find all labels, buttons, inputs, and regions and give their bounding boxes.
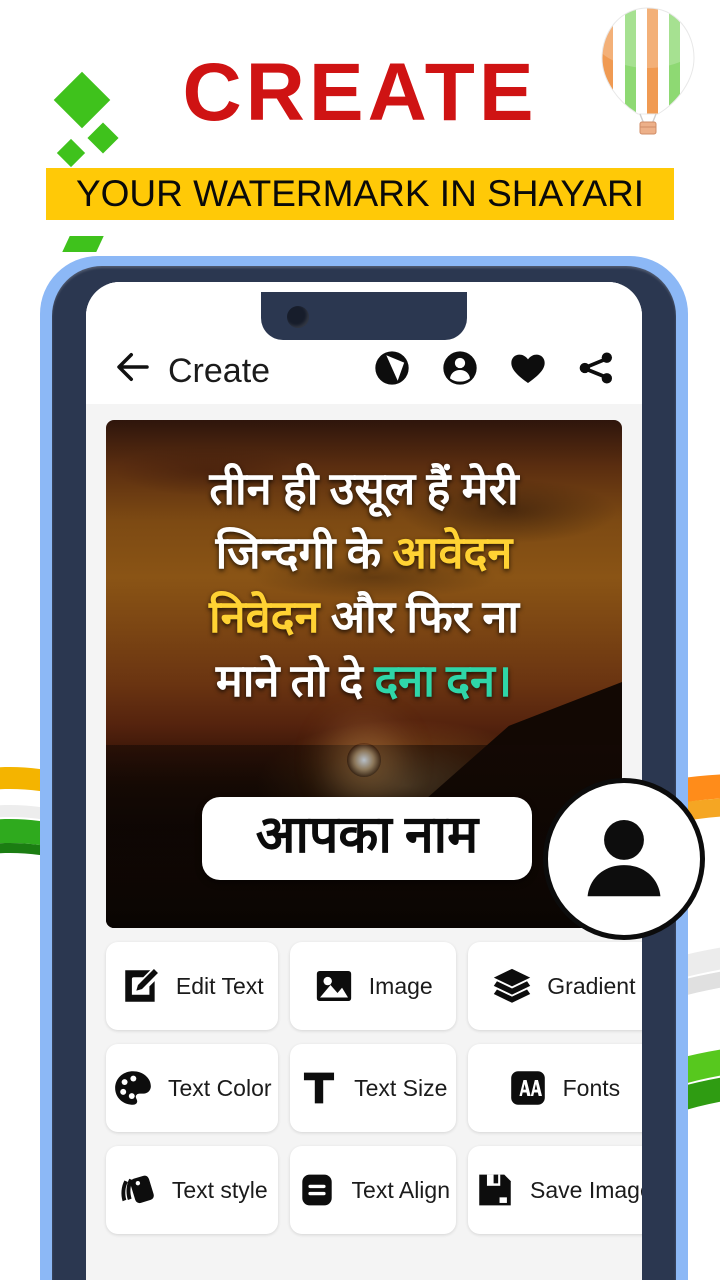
watermark-box[interactable]: आपका नाम bbox=[202, 797, 532, 880]
gradient-icon bbox=[494, 968, 531, 1003]
image-icon bbox=[316, 970, 351, 1002]
tool-button-gradient[interactable]: Gradient bbox=[468, 942, 642, 1030]
tool-button-label: Text Align bbox=[351, 1176, 450, 1203]
edit-text-icon bbox=[125, 966, 161, 1002]
quote-line: निवेदन और फिर ना bbox=[132, 586, 596, 650]
phone-notch bbox=[261, 292, 467, 340]
tool-button-text-size[interactable]: Text Size bbox=[289, 1044, 456, 1132]
tool-button-label: Fonts bbox=[562, 1074, 621, 1101]
text-size-icon bbox=[304, 1072, 335, 1104]
text-align-icon bbox=[301, 1174, 332, 1206]
green-parallelogram-icon bbox=[62, 236, 104, 252]
green-diamond-small-icon bbox=[56, 138, 86, 168]
tool-button-label: Image bbox=[368, 972, 433, 999]
quote-segment: दना दन। bbox=[374, 655, 513, 706]
quote-segment: निवेदन bbox=[208, 591, 320, 642]
page-title: CREATE bbox=[182, 47, 538, 138]
quote-line: माने तो दे दना दन। bbox=[132, 650, 596, 714]
phone-screen: Create तीन ही उसूल हैं मेरी जिन्दगी के आ… bbox=[86, 282, 642, 1280]
share-icon[interactable] bbox=[576, 348, 616, 388]
heart-icon[interactable] bbox=[508, 348, 548, 388]
quote-segment: आवेदन bbox=[392, 527, 513, 578]
tool-button-label: Gradient bbox=[547, 972, 636, 999]
account-icon[interactable] bbox=[440, 348, 480, 388]
promo-screenshot: CREATE YOUR WATERMARK IN SHAYARI Create … bbox=[0, 0, 720, 1280]
tool-button-label: Text Color bbox=[168, 1074, 272, 1101]
fonts-icon bbox=[510, 1071, 545, 1105]
promo-banner: YOUR WATERMARK IN SHAYARI bbox=[46, 168, 674, 220]
promo-banner-text: YOUR WATERMARK IN SHAYARI bbox=[75, 173, 645, 214]
app-header-actions bbox=[372, 348, 616, 388]
app-title: Create bbox=[168, 352, 271, 390]
tool-button-edit-text[interactable]: Edit Text bbox=[106, 942, 278, 1030]
shayari-quote-text[interactable]: तीन ही उसूल हैं मेरी जिन्दगी के आवेदन निवे… bbox=[106, 458, 622, 714]
tool-button-save-image[interactable]: Save Image bbox=[468, 1146, 642, 1234]
palette-icon bbox=[115, 1071, 151, 1105]
tool-button-label: Edit Text bbox=[175, 972, 264, 999]
tool-button-text-style[interactable]: Text style bbox=[106, 1146, 278, 1234]
quote-segment: जिन्दगी के bbox=[215, 527, 393, 578]
tool-button-label: Save Image bbox=[530, 1176, 642, 1203]
watermark-text: आपका नाम bbox=[255, 807, 479, 865]
app-root: Create तीन ही उसूल हैं मेरी जिन्दगी के आ… bbox=[86, 282, 642, 1280]
tool-button-text-color[interactable]: Text Color bbox=[106, 1044, 278, 1132]
quote-segment: और फिर ना bbox=[319, 591, 520, 642]
quote-segment: तीन ही उसूल हैं मेरी bbox=[209, 464, 519, 514]
phone-mockup: Create तीन ही उसूल हैं मेरी जिन्दगी के आ… bbox=[40, 256, 688, 1280]
back-arrow-icon[interactable] bbox=[112, 346, 154, 388]
tool-button-fonts[interactable]: Fonts bbox=[468, 1044, 642, 1132]
tool-button-label: Text style bbox=[171, 1176, 268, 1203]
quote-line: जिन्दगी के आवेदन bbox=[132, 522, 596, 586]
contrast-icon[interactable] bbox=[372, 348, 412, 388]
quote-line: तीन ही उसूल हैं मेरी bbox=[132, 458, 596, 522]
text-style-icon bbox=[121, 1175, 154, 1204]
user-avatar-icon bbox=[587, 820, 661, 897]
tool-grid: Edit Text Image Gradient Text Color Text Siz… bbox=[86, 942, 642, 1252]
tool-button-label: Text Size bbox=[354, 1074, 448, 1101]
preview-sun-icon bbox=[347, 742, 381, 777]
quote-segment: माने तो दे bbox=[215, 655, 375, 706]
tool-button-text-align[interactable]: Text Align bbox=[289, 1146, 456, 1234]
tool-button-image[interactable]: Image bbox=[289, 942, 456, 1030]
user-callout-badge bbox=[543, 778, 705, 940]
save-image-icon bbox=[479, 1174, 511, 1206]
front-camera-icon bbox=[287, 306, 309, 328]
